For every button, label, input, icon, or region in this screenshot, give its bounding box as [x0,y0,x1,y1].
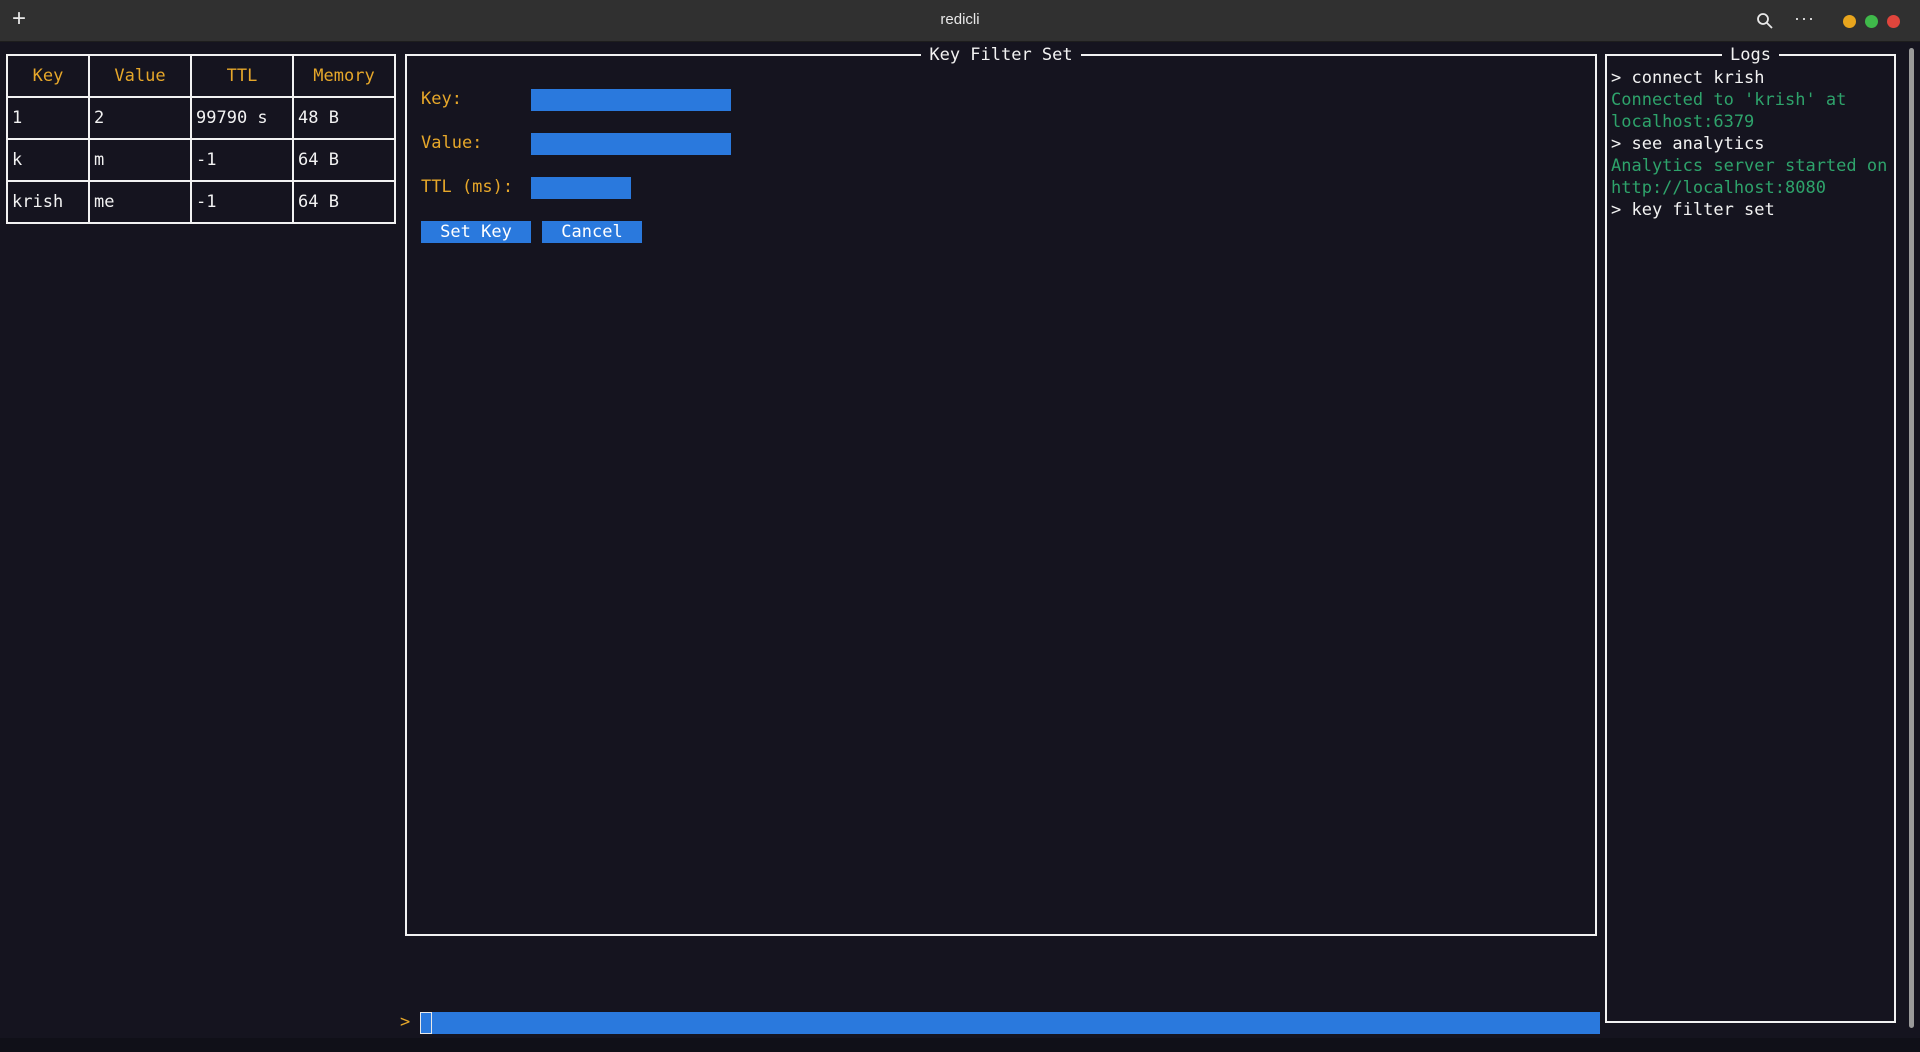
cell-key: 1 [6,96,90,140]
key-filter-set-panel: Key Filter Set Key: Value: TTL (ms): Set… [405,45,1597,936]
text-cursor [420,1012,432,1034]
ellipsis-icon[interactable]: ··· [1794,8,1815,29]
cell-memory: 64 B [292,138,396,182]
panel-title: Key Filter Set [921,45,1081,65]
logs-panel: Logs > connect krish Connected to 'krish… [1605,45,1898,1023]
command-prompt: > [400,1012,411,1032]
search-icon[interactable] [1756,12,1774,30]
column-header-ttl: TTL [190,54,294,98]
cell-memory: 48 B [292,96,396,140]
command-input[interactable] [420,1012,1600,1034]
cell-value: me [88,180,192,224]
table-row[interactable]: krish me -1 64 B [6,180,396,224]
cancel-button[interactable]: Cancel [542,221,642,243]
table-row[interactable]: 1 2 99790 s 48 B [6,96,396,140]
cell-ttl: 99790 s [190,96,294,140]
key-input[interactable] [531,89,731,111]
log-entry: Connected to 'krish' at localhost:6379 [1611,90,1857,132]
cell-ttl: -1 [190,138,294,182]
value-label: Value: [421,133,483,153]
cell-value: 2 [88,96,192,140]
log-entry: > key filter set [1611,200,1775,220]
keys-table: Key Value TTL Memory 1 2 99790 s 48 B k … [6,54,396,224]
ttl-input[interactable] [531,177,631,199]
column-header-key: Key [6,54,90,98]
maximize-button[interactable] [1865,15,1878,28]
column-header-memory: Memory [292,54,396,98]
key-label: Key: [421,89,462,109]
logs-title: Logs [1722,45,1779,65]
cell-key: k [6,138,90,182]
close-button[interactable] [1887,15,1900,28]
cell-key: krish [6,180,90,224]
table-header-row: Key Value TTL Memory [6,54,396,98]
cell-memory: 64 B [292,180,396,224]
log-entry: > connect krish [1611,68,1765,88]
table-row[interactable]: k m -1 64 B [6,138,396,182]
ttl-label: TTL (ms): [421,177,514,197]
value-input[interactable] [531,133,731,155]
log-entry: > see analytics [1611,134,1765,154]
title-bar: + redicli ··· [0,0,1920,42]
scrollbar[interactable] [1909,48,1914,1028]
column-header-value: Value [88,54,192,98]
bottom-strip [0,1038,1920,1052]
minimize-button[interactable] [1843,15,1856,28]
cell-ttl: -1 [190,180,294,224]
log-entry: Analytics server started on http://local… [1611,156,1898,198]
cell-value: m [88,138,192,182]
set-key-button[interactable]: Set Key [421,221,531,243]
window-title: redicli [940,11,980,28]
